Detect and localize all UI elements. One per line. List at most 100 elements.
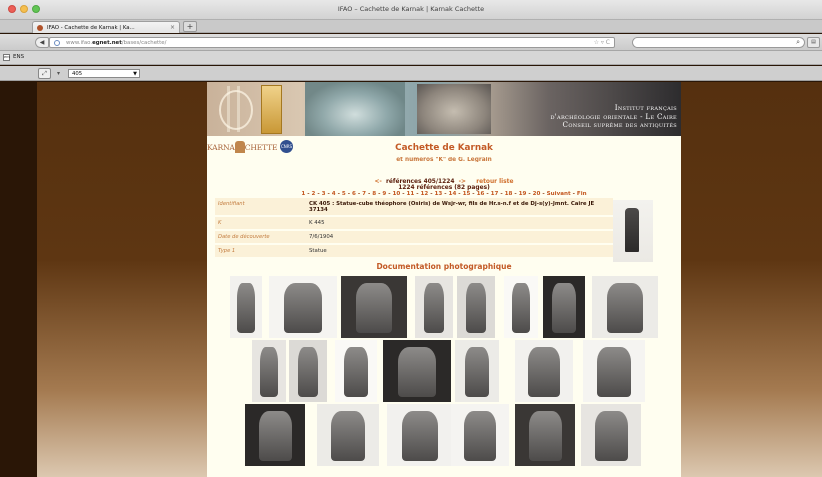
page-link-18[interactable]: 18 [505, 191, 513, 197]
gallery-photo[interactable] [317, 404, 379, 466]
page-link-10[interactable]: 10 [392, 191, 400, 197]
statue-figure [625, 208, 639, 252]
field-value: CK 405 : Statue-cube théophore (Osiris) … [309, 201, 595, 214]
search-input[interactable]: ⌕ [632, 37, 805, 48]
gallery-photo[interactable] [335, 340, 377, 402]
page-title: Cachette de Karnak [395, 143, 493, 153]
page-link-9[interactable]: 9 [382, 191, 386, 197]
gallery-photo[interactable] [289, 340, 327, 402]
chevron-down-icon: ▼ [133, 71, 137, 77]
gallery-photo[interactable] [543, 276, 585, 338]
page-link-8[interactable]: 8 [372, 191, 376, 197]
page-link-1[interactable]: 1 [301, 191, 305, 197]
field-row-type: Type 1 Statue [215, 245, 613, 259]
page-link-5[interactable]: 5 [342, 191, 346, 197]
statue-thumbnail[interactable] [613, 200, 653, 262]
header-banner: Institut français d'archéologie oriental… [207, 82, 681, 136]
ifao-emblem [219, 90, 253, 130]
globe-icon [54, 40, 60, 46]
statue-photo-subject [596, 347, 632, 398]
statue-photo-subject [552, 283, 576, 334]
gallery-photo[interactable] [341, 276, 407, 338]
pharaoh-face-image [305, 82, 405, 136]
content-column: Institut français d'archéologie oriental… [207, 82, 681, 477]
url-prefix: www.ifao. [66, 40, 93, 46]
navigation-bar: ◀ www.ifao.egnet.net/bases/cachette/ ☆ ▿… [0, 34, 822, 51]
page-link-4[interactable]: 4 [332, 191, 336, 197]
statue-face-image [417, 84, 491, 134]
gallery-photo[interactable] [451, 404, 509, 466]
page-link-15[interactable]: 15 [463, 191, 471, 197]
tab-close-icon[interactable]: × [170, 24, 175, 31]
gallery-photo[interactable] [457, 276, 495, 338]
gallery-photo[interactable] [583, 340, 645, 402]
new-tab-button[interactable]: + [183, 21, 197, 32]
page-link-20[interactable]: 20 [533, 191, 541, 197]
banner-text: Institut français d'archéologie oriental… [550, 103, 677, 130]
url-input[interactable]: www.ifao.egnet.net/bases/cachette/ ☆ ▿ C [49, 37, 615, 48]
url-path: /bases/cachette/ [121, 40, 167, 46]
tab-cachette[interactable]: IFAO - Cachette de Karnak | Ka... × [32, 21, 180, 33]
statue-photo-subject [606, 283, 644, 334]
dropdown-arrow-icon[interactable]: ▾ [57, 70, 60, 77]
field-label: K [218, 220, 222, 226]
bookmark-star-icon[interactable]: ☆ ▿ C [594, 39, 610, 46]
page-link-14[interactable]: 14 [449, 191, 457, 197]
ens-bookmark-icon: ens [3, 54, 11, 61]
statue-photo-subject [355, 283, 393, 334]
field-label: Type 1 [218, 248, 236, 254]
banner-line-3: Conseil suprême des antiquités [562, 120, 677, 129]
statue-photo-subject [344, 347, 368, 398]
reference-select[interactable]: 405 ▼ [68, 69, 140, 78]
gallery-photo[interactable] [415, 276, 453, 338]
page-link-6[interactable]: 6 [352, 191, 356, 197]
page-subtitle: et numéros "K" de G. Legrain [396, 157, 492, 162]
statue-photo-subject [237, 283, 255, 334]
pagination: 1 - 2 - 3 - 4 - 5 - 6 - 7 - 8 - 9 - 10 -… [301, 191, 587, 197]
next-page-link[interactable]: Suivant [547, 191, 571, 197]
gallery-photo[interactable] [592, 276, 658, 338]
page-link-7[interactable]: 7 [362, 191, 366, 197]
back-button[interactable]: ◀ [35, 37, 49, 48]
gallery-photo[interactable] [515, 404, 575, 466]
browser-window: IFAO – Cachette de Karnak | Karnak Cache… [0, 0, 822, 477]
page-link-19[interactable]: 19 [519, 191, 527, 197]
field-row-k: K K 445 [215, 217, 613, 231]
tab-label: IFAO - Cachette de Karnak | Ka... [47, 25, 135, 31]
page-link-11[interactable]: 11 [407, 191, 415, 197]
statue-photo-subject [284, 283, 322, 334]
zoom-tool-button[interactable]: ⤢ [38, 68, 51, 79]
statue-photo-subject [401, 411, 439, 462]
page-link-17[interactable]: 17 [491, 191, 499, 197]
bookmark-ens[interactable]: ENS [13, 54, 24, 60]
page-viewport: Institut français d'archéologie oriental… [37, 82, 822, 477]
title-bar: IFAO – Cachette de Karnak | Karnak Cache… [0, 0, 822, 20]
gallery-photo[interactable] [383, 340, 451, 402]
page-link-2[interactable]: 2 [311, 191, 315, 197]
search-icon[interactable]: ⌕ [796, 38, 800, 47]
gallery-photo[interactable] [387, 404, 453, 466]
page-link-12[interactable]: 12 [421, 191, 429, 197]
last-page-link[interactable]: Fin [577, 191, 587, 197]
gallery-photo[interactable] [269, 276, 337, 338]
page-link-16[interactable]: 16 [477, 191, 485, 197]
tab-bar: IFAO - Cachette de Karnak | Ka... × + [0, 20, 822, 33]
gallery-photo[interactable] [455, 340, 499, 402]
gallery-photo[interactable] [245, 404, 305, 466]
statue-photo-subject [528, 411, 562, 462]
statue-photo-subject [423, 283, 445, 334]
page-link-3[interactable]: 3 [322, 191, 326, 197]
statue-photo-subject [594, 411, 628, 462]
gallery-photo[interactable] [504, 276, 538, 338]
statue-photo-subject [297, 347, 319, 398]
gallery-photo[interactable] [252, 340, 286, 402]
ifao-logo[interactable] [261, 85, 282, 134]
gallery-photo[interactable] [581, 404, 641, 466]
record-fields: Identifiant CK 405 : Statue-cube théopho… [215, 198, 613, 259]
page-link-13[interactable]: 13 [435, 191, 443, 197]
menu-button[interactable]: ▤ [807, 37, 820, 48]
gallery-photo[interactable] [515, 340, 573, 402]
statue-photo-subject [464, 411, 496, 462]
gallery-photo[interactable] [230, 276, 262, 338]
statue-photo-subject [398, 347, 436, 398]
